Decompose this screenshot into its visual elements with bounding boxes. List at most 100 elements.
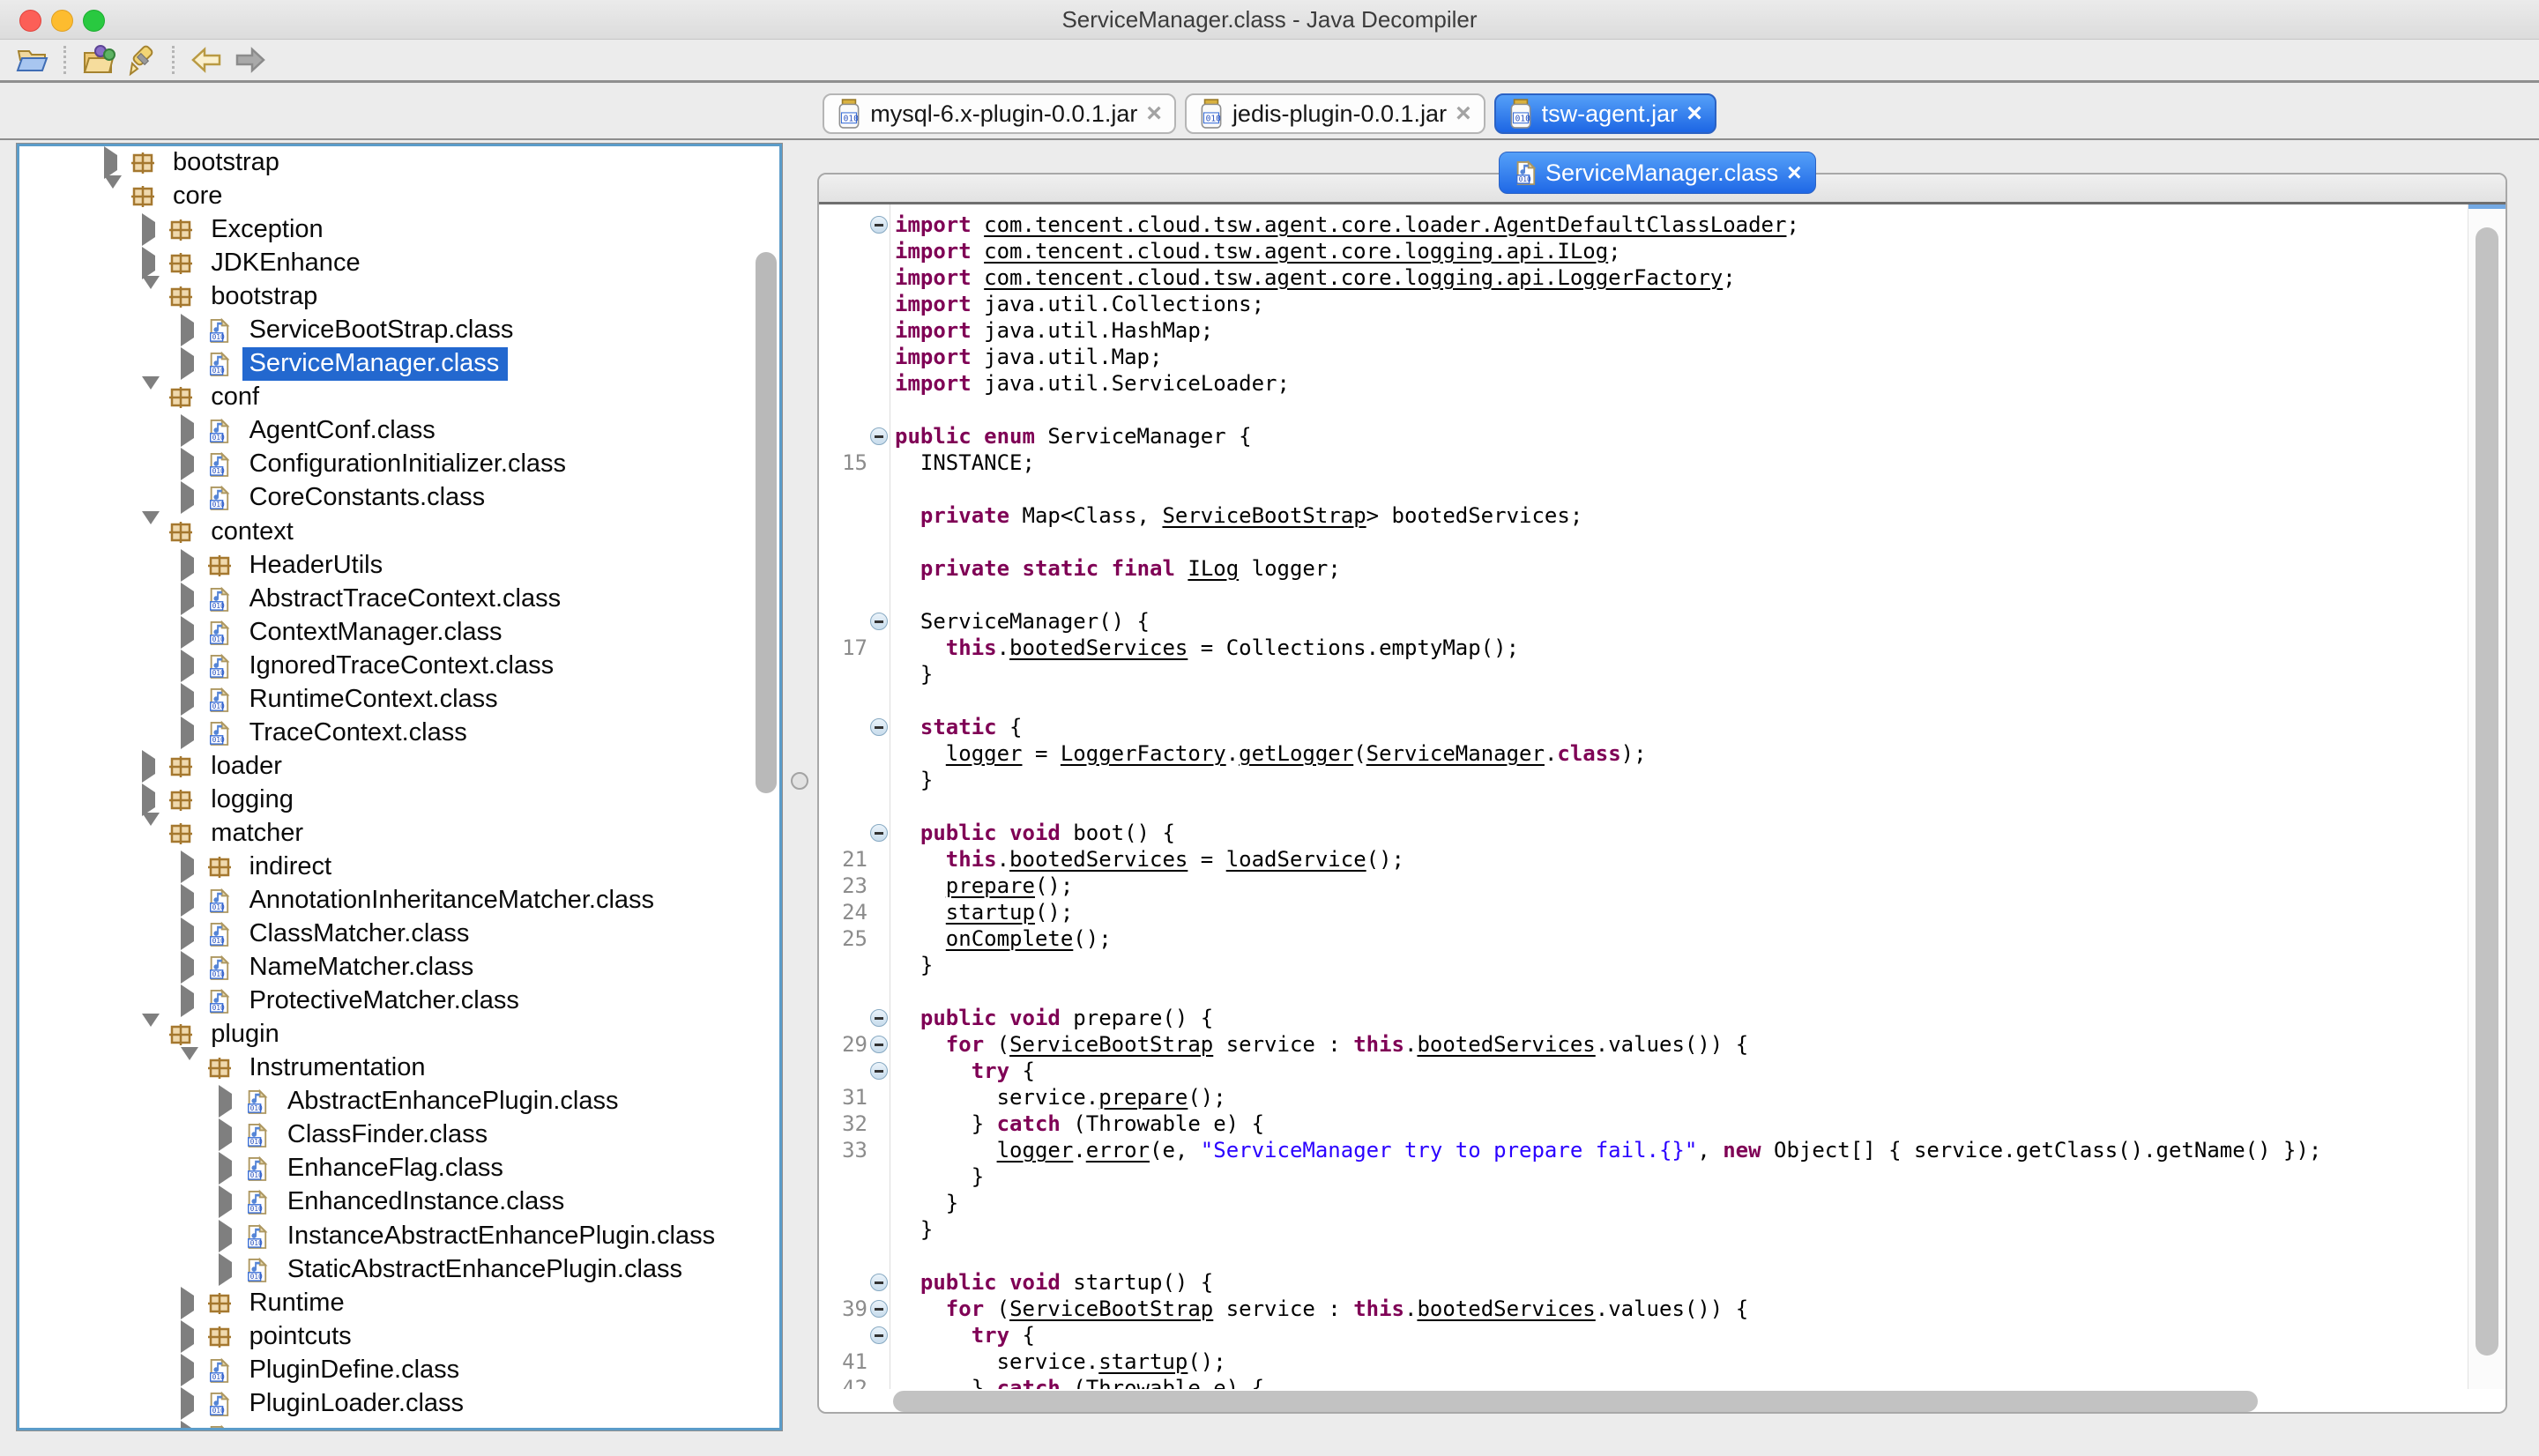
fold-toggle-icon[interactable] (870, 1009, 888, 1027)
vertical-scrollbar-thumb[interactable] (2476, 227, 2498, 1356)
code-link[interactable]: bootedServices (1417, 1296, 1595, 1321)
chevron-right-icon[interactable] (219, 1094, 238, 1110)
code-vertical-scrollbar[interactable] (2468, 204, 2505, 1389)
tree-item-ClassFinder.class[interactable]: 010ClassFinder.class (19, 1118, 753, 1152)
tree-item-ClassMatcher.class[interactable]: 010ClassMatcher.class (19, 917, 753, 951)
chevron-right-icon[interactable] (181, 692, 200, 708)
tree-item-AbstractTraceContext.class[interactable]: 010AbstractTraceContext.class (19, 583, 753, 616)
tree-item-ServiceManager.class[interactable]: 010ServiceManager.class (19, 347, 753, 381)
jar-tab-tsw-agent.jar[interactable]: 010tsw-agent.jar× (1494, 93, 1716, 134)
chevron-right-icon[interactable] (142, 222, 161, 238)
tree-item-conf[interactable]: conf (19, 381, 753, 414)
chevron-right-icon[interactable] (181, 625, 200, 641)
code-link[interactable]: bootedServices (1009, 635, 1188, 660)
fold-toggle-icon[interactable] (870, 1300, 888, 1318)
tree-item-Instrumentation[interactable]: Instrumentation (19, 1051, 753, 1085)
tree-item-StaticAbstractEnhancePlugin.class[interactable]: 010StaticAbstractEnhancePlugin.class (19, 1253, 753, 1287)
tree-item-logging[interactable]: logging (19, 784, 753, 817)
code-link[interactable]: startup (946, 900, 1035, 925)
chevron-right-icon[interactable] (181, 1329, 200, 1345)
tree-item-AbstractEnhancePlugin.class[interactable]: 010AbstractEnhancePlugin.class (19, 1085, 753, 1118)
tree-item-IgnoredTraceContext.class[interactable]: 010IgnoredTraceContext.class (19, 650, 753, 683)
chevron-right-icon[interactable] (181, 356, 200, 372)
tree-item-HeaderUtils[interactable]: HeaderUtils (19, 549, 753, 583)
doc-tab-servicemanager[interactable]: 010 ServiceManager.class × (1499, 152, 1816, 194)
tree-item-context[interactable]: context (19, 516, 753, 549)
fold-toggle-icon[interactable] (870, 613, 888, 630)
tree-item-loader[interactable]: loader (19, 750, 753, 784)
code-link[interactable]: ServiceManager (1366, 741, 1545, 766)
jar-tab-jedis-plugin-0.0.1.jar[interactable]: 010jedis-plugin-0.0.1.jar× (1185, 93, 1485, 134)
code-link[interactable]: onComplete (946, 926, 1074, 951)
chevron-down-icon[interactable] (142, 826, 161, 842)
open-file-icon[interactable] (14, 42, 51, 78)
tree-item-Exception[interactable]: Exception (19, 213, 753, 247)
forward-icon[interactable] (231, 42, 268, 78)
chevron-right-icon[interactable] (104, 155, 123, 171)
chevron-right-icon[interactable] (142, 759, 161, 775)
close-icon[interactable]: × (1686, 100, 1702, 127)
code-link[interactable]: ServiceBootStrap (1009, 1032, 1213, 1057)
jar-tab-mysql-6.x-plugin-0.0.1.jar[interactable]: 010mysql-6.x-plugin-0.0.1.jar× (823, 93, 1176, 134)
tree-item-JDKEnhance[interactable]: JDKEnhance (19, 247, 753, 280)
chevron-down-icon[interactable] (142, 524, 161, 540)
code-link[interactable]: logger (997, 1138, 1074, 1163)
chevron-right-icon[interactable] (181, 893, 200, 909)
chevron-right-icon[interactable] (181, 725, 200, 741)
chevron-down-icon[interactable] (181, 1060, 200, 1076)
fold-toggle-icon[interactable] (870, 1274, 888, 1291)
close-icon[interactable]: × (1456, 100, 1471, 127)
close-window-button[interactable] (19, 10, 41, 32)
code-link[interactable]: bootedServices (1009, 847, 1188, 872)
close-icon[interactable]: × (1146, 100, 1162, 127)
tree-item-CoreConstants.class[interactable]: 010CoreConstants.class (19, 481, 753, 515)
tree-item-ContextManager.class[interactable]: 010ContextManager.class (19, 616, 753, 650)
tree-item-ServiceBootStrap.class[interactable]: 010ServiceBootStrap.class (19, 314, 753, 347)
chevron-down-icon[interactable] (142, 1027, 161, 1043)
chevron-down-icon[interactable] (142, 289, 161, 305)
code-link[interactable]: LoggerFactory (1061, 741, 1226, 766)
fold-toggle-icon[interactable] (870, 1062, 888, 1080)
code-link[interactable]: com.tencent.cloud.tsw.agent.core.loader.… (984, 212, 1786, 237)
chevron-right-icon[interactable] (181, 558, 200, 574)
tree-item-ProtectiveMatcher.class[interactable]: 010ProtectiveMatcher.class (19, 984, 753, 1018)
chevron-right-icon[interactable] (181, 490, 200, 506)
tree-item-TraceContext.class[interactable]: 010TraceContext.class (19, 717, 753, 750)
tree-item-AgentConf.class[interactable]: 010AgentConf.class (19, 414, 753, 448)
fold-toggle-icon[interactable] (870, 216, 888, 234)
code-link[interactable]: com.tencent.cloud.tsw.agent.core.logging… (984, 239, 1608, 264)
tree-vertical-scrollbar[interactable] (756, 252, 777, 793)
chevron-right-icon[interactable] (219, 1229, 238, 1244)
code-link[interactable]: com.tencent.cloud.tsw.agent.core.logging… (984, 265, 1723, 290)
chevron-right-icon[interactable] (181, 859, 200, 875)
chevron-down-icon[interactable] (104, 189, 123, 204)
zoom-window-button[interactable] (83, 10, 105, 32)
tree-item-PluginDefine.class[interactable]: 010PluginDefine.class (19, 1354, 753, 1387)
chevron-right-icon[interactable] (142, 792, 161, 808)
code-link[interactable]: prepare (946, 873, 1035, 898)
fold-toggle-icon[interactable] (870, 1036, 888, 1053)
tree-item-EnhancedInstance.class[interactable]: 010EnhancedInstance.class (19, 1185, 753, 1219)
tree-item-AnnotationInheritanceMatcher.class[interactable]: 010AnnotationInheritanceMatcher.class (19, 884, 753, 917)
code-link[interactable]: startup (1098, 1349, 1188, 1374)
chevron-right-icon[interactable] (181, 323, 200, 338)
back-icon[interactable] (189, 42, 226, 78)
code-link[interactable]: ILog (1188, 556, 1239, 581)
tree-item-core[interactable]: core (19, 180, 753, 213)
code-horizontal-scrollbar[interactable] (890, 1390, 2465, 1413)
code-link[interactable]: prepare (1098, 1085, 1188, 1110)
chevron-right-icon[interactable] (181, 1396, 200, 1412)
chevron-right-icon[interactable] (181, 1363, 200, 1378)
tree-item-RuntimeContext.class[interactable]: 010RuntimeContext.class (19, 683, 753, 717)
chevron-right-icon[interactable] (181, 960, 200, 976)
chevron-right-icon[interactable] (181, 423, 200, 439)
tree-item-indirect[interactable]: indirect (19, 851, 753, 884)
minimize-window-button[interactable] (51, 10, 73, 32)
fold-toggle-icon[interactable] (870, 718, 888, 736)
code-link[interactable]: bootedServices (1417, 1032, 1595, 1057)
tree-item-InstanceAbstractEnhancePlugin.class[interactable]: 010InstanceAbstractEnhancePlugin.class (19, 1220, 753, 1253)
split-pane-grabber[interactable] (791, 772, 808, 790)
chevron-right-icon[interactable] (181, 658, 200, 674)
horizontal-scrollbar-thumb[interactable] (893, 1391, 2258, 1412)
fold-toggle-icon[interactable] (870, 1326, 888, 1344)
